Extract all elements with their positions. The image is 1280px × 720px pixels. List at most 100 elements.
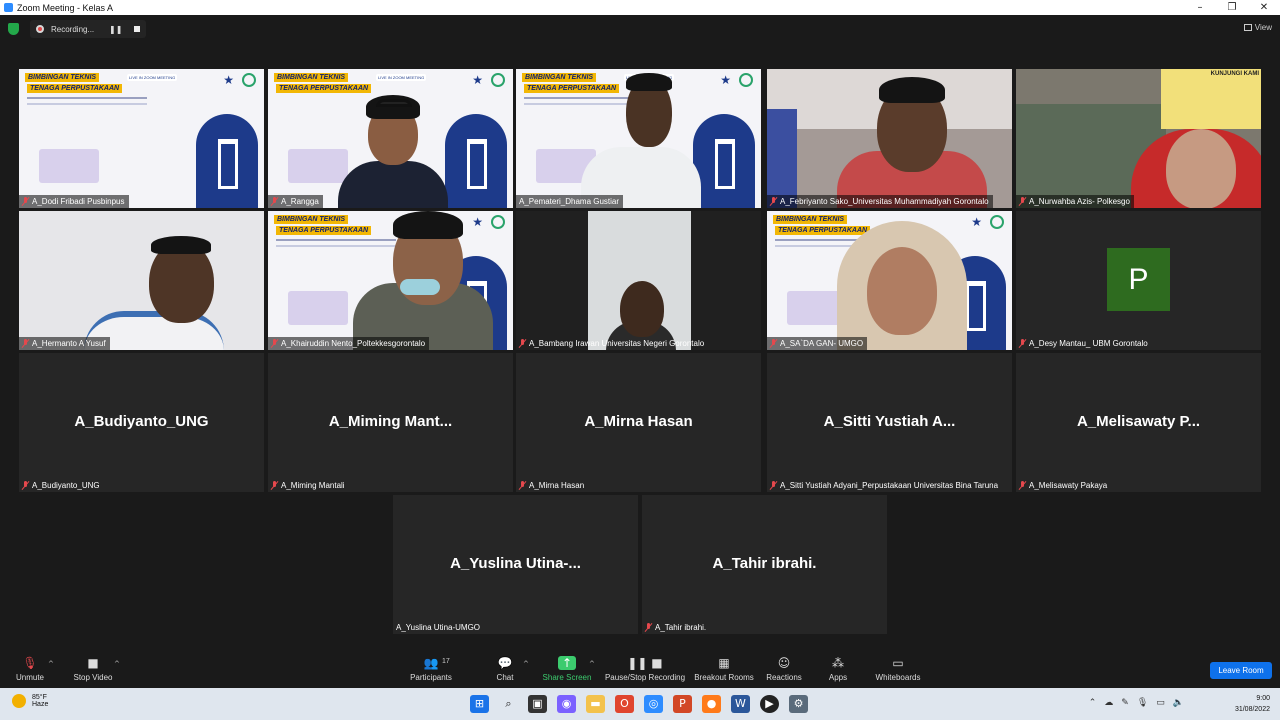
- pause-stop-recording-label: Pause/Stop Recording: [604, 673, 686, 682]
- view-label: View: [1254, 23, 1272, 32]
- video-tile[interactable]: BIMBINGAN TEKNIS TENAGA PERPUSTAKAAN LIV…: [268, 69, 513, 208]
- video-tile[interactable]: A_Yuslina Utina-... A_Yuslina Utina-UMGO: [393, 495, 638, 634]
- taskbar-clock[interactable]: 9:00 31/08/2022: [1235, 693, 1270, 715]
- video-tile[interactable]: A_Tahir ibrahi. A_Tahir ibrahi.: [642, 495, 887, 634]
- zoom-taskbar-icon[interactable]: ◎: [644, 695, 663, 713]
- slide-zoom-tag: LIVE IN ZOOM MEETING: [376, 74, 427, 81]
- slide-title-2: TENAGA PERPUSTAKAAN: [276, 84, 372, 93]
- video-options-caret[interactable]: ^: [114, 660, 120, 668]
- participant-namebar: A_Miming Mantali: [268, 479, 349, 492]
- media-player-icon[interactable]: ▶: [760, 695, 779, 713]
- meeting-toolbar: 🎙 Unmute ^ ■ Stop Video ^ 👥 Participants…: [0, 650, 1280, 688]
- headphones-icon: [376, 99, 412, 107]
- audio-options-caret[interactable]: ^: [48, 660, 54, 668]
- cloud-icon[interactable]: ☁: [1104, 698, 1113, 708]
- pen-icon[interactable]: ✎: [1121, 698, 1129, 708]
- leave-room-button[interactable]: Leave Room: [1210, 662, 1272, 679]
- pause-recording-icon[interactable]: ❚❚: [109, 25, 122, 34]
- muted-mic-icon: [271, 197, 278, 206]
- pause-stop-recording-button[interactable]: ❚❚ ■ Pause/Stop Recording: [604, 656, 686, 682]
- participant-name: A_Budiyanto_UNG: [32, 481, 100, 490]
- search-icon[interactable]: ⌕: [499, 695, 518, 713]
- task-view-icon[interactable]: ▣: [528, 695, 547, 713]
- circle-logo-icon: [242, 73, 256, 87]
- slide-illustration: [39, 149, 99, 183]
- start-windows-icon[interactable]: ⊞: [470, 695, 489, 713]
- maximize-button[interactable]: ❐: [1216, 2, 1248, 13]
- muted-mic-icon: [519, 481, 526, 490]
- muted-mic-icon: [22, 339, 29, 348]
- office-icon[interactable]: O: [615, 695, 634, 713]
- minimize-button[interactable]: –: [1184, 2, 1216, 13]
- video-tile[interactable]: BIMBINGAN TEKNIS TENAGA PERPUSTAKAAN LIV…: [19, 69, 264, 208]
- participant-namebar: A_Mirna Hasan: [516, 479, 588, 492]
- video-tile-active-speaker[interactable]: BIMBINGAN TEKNIS TENAGA PERPUSTAKAAN LIV…: [516, 69, 761, 208]
- powerpoint-icon[interactable]: P: [673, 695, 692, 713]
- participant-namebar: A_Khairuddin Nento_Poltekkesgorontalo: [268, 337, 430, 350]
- close-button[interactable]: ✕: [1248, 2, 1280, 13]
- slide-title-2: TENAGA PERPUSTAKAAN: [27, 84, 123, 93]
- reactions-button[interactable]: ☺ Reactions: [764, 656, 804, 682]
- participant-name: A_Pemateri_Dhama Gustiar: [519, 197, 620, 206]
- settings-gear-icon[interactable]: ⚙: [789, 695, 808, 713]
- security-shield-icon[interactable]: [8, 23, 19, 35]
- weather-widget[interactable]: 85°F Haze: [12, 694, 48, 708]
- participant-display-name: A_Sitti Yustiah A...: [823, 413, 956, 430]
- word-icon[interactable]: W: [731, 695, 750, 713]
- weather-temp: 85°F: [32, 694, 47, 701]
- video-tile[interactable]: A_Bambang Irawan Universitas Negeri Goro…: [516, 211, 761, 350]
- video-tile[interactable]: A_Sitti Yustiah A... A_Sitti Yustiah Ady…: [767, 353, 1012, 492]
- slide-title-1: BIMBINGAN TEKNIS: [773, 215, 848, 224]
- tray-chevron-icon[interactable]: ⌃: [1089, 698, 1097, 708]
- video-tile[interactable]: A_Budiyanto_UNG A_Budiyanto_UNG: [19, 353, 264, 492]
- slide-title-1: BIMBINGAN TEKNIS: [522, 73, 597, 82]
- stop-recording-icon[interactable]: [134, 26, 141, 32]
- volume-icon[interactable]: 🔈: [1173, 698, 1184, 708]
- apps-button[interactable]: ⁂ Apps: [823, 656, 853, 682]
- whiteboards-button[interactable]: ▭ Whiteboards: [872, 656, 924, 682]
- file-explorer-icon[interactable]: ▬: [586, 695, 605, 713]
- chat-label: Chat: [496, 673, 514, 682]
- chat-button[interactable]: 💬 Chat: [488, 656, 522, 682]
- slide-pillar-graphic: [715, 139, 735, 189]
- slide-illustration: [288, 149, 348, 183]
- stop-video-button[interactable]: ■ Stop Video: [70, 656, 116, 682]
- muted-mic-icon: [770, 339, 777, 348]
- video-tile[interactable]: A_Melisawaty P... A_Melisawaty Pakaya: [1016, 353, 1261, 492]
- share-screen-button[interactable]: ↑ Share Screen: [540, 656, 594, 682]
- muted-mic-icon: [271, 339, 278, 348]
- teams-chat-icon[interactable]: ◉: [557, 695, 576, 713]
- participant-name: A_Tahir ibrahi.: [655, 623, 707, 632]
- video-tile[interactable]: A_Mirna Hasan A_Mirna Hasan: [516, 353, 761, 492]
- view-button[interactable]: View: [1243, 23, 1272, 32]
- video-tile[interactable]: BIMBINGAN TEKNIS TENAGA PERPUSTAKAAN ★ A…: [268, 211, 513, 350]
- chat-icon: 💬: [497, 656, 513, 670]
- participant-namebar: A_Yuslina Utina-UMGO: [393, 621, 484, 634]
- participant-display-name: A_Budiyanto_UNG: [74, 413, 209, 430]
- participant-name: A_Miming Mantali: [281, 481, 345, 490]
- video-tile[interactable]: KUNJUNGI KAMI A_Nurwahba Azis- Polkesgo: [1016, 69, 1261, 208]
- participants-label: Participants: [410, 673, 452, 682]
- participant-namebar: A_SA`DA GAN- UMGO: [767, 337, 868, 350]
- muted-mic-icon: [22, 481, 29, 490]
- video-tile[interactable]: P A_Desy Mantau_ UBM Gorontalo: [1016, 211, 1261, 350]
- star-logo-icon: ★: [971, 215, 982, 229]
- firefox-icon[interactable]: ●: [702, 695, 721, 713]
- participant-display-name: A_Miming Mant...: [328, 413, 453, 430]
- unmute-button[interactable]: 🎙 Unmute: [10, 656, 50, 682]
- slide-pillar-graphic: [218, 139, 238, 189]
- microphone-icon[interactable]: 🎙: [1137, 698, 1148, 708]
- slide-subtitle: [276, 239, 396, 247]
- display-icon[interactable]: ▭: [1156, 698, 1165, 708]
- star-logo-icon: ★: [472, 215, 483, 229]
- participant-name: A_Nurwahba Azis- Polkesgo: [1029, 197, 1130, 206]
- video-tile[interactable]: A_Hermanto A Yusuf: [19, 211, 264, 350]
- video-tile[interactable]: A_Miming Mant... A_Miming Mantali: [268, 353, 513, 492]
- breakout-rooms-button[interactable]: ▦ Breakout Rooms: [693, 656, 755, 682]
- share-options-caret[interactable]: ^: [589, 660, 595, 668]
- video-tile[interactable]: BIMBINGAN TEKNIS TENAGA PERPUSTAKAAN ★ A…: [767, 211, 1012, 350]
- video-tile[interactable]: A_Febriyanto Sako_Universitas Muhammadiy…: [767, 69, 1012, 208]
- slide-title-2: TENAGA PERPUSTAKAAN: [775, 226, 871, 235]
- participant-body: [338, 161, 448, 208]
- chat-options-caret[interactable]: ^: [523, 660, 529, 668]
